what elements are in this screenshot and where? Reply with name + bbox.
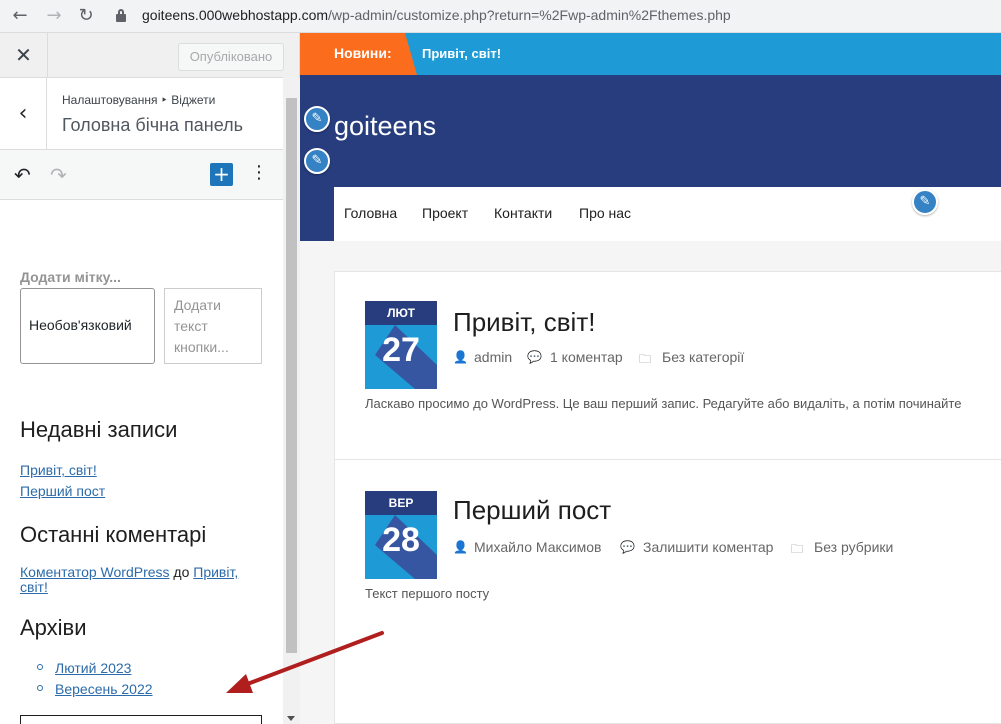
recent-comment: Коментатор WordPress до Привіт, світ! [20, 565, 260, 595]
redo-icon[interactable]: ↷ [50, 163, 67, 187]
post-day-box: 27 [365, 325, 437, 389]
undo-icon[interactable]: ↶ [14, 163, 31, 187]
close-icon[interactable]: ✕ [0, 33, 48, 78]
site-header: ✎ ✎ goiteens Головна Проект Контакти Про… [300, 75, 1001, 241]
back-chevron-icon[interactable]: ‹ [0, 78, 47, 150]
comments-icon: 💬 [620, 540, 635, 554]
archives-heading: Архіви [20, 615, 87, 640]
post-comments-link[interactable]: 1 коментар [550, 349, 623, 365]
post-title-link[interactable]: Перший пост [453, 495, 611, 526]
section-title: Головна бічна панель [62, 115, 244, 135]
post-category-link[interactable]: Без рубрики [814, 539, 893, 555]
add-label-field[interactable]: Додати мітку... [20, 269, 121, 285]
post-divider [335, 459, 1001, 460]
edit-pencil-icon[interactable]: ✎ [912, 189, 938, 215]
archive-link[interactable]: Вересень 2022 [55, 681, 153, 697]
news-label: Новини: [334, 45, 392, 61]
post-excerpt: Ласкаво просимо до WordPress. Це ваш пер… [365, 396, 962, 411]
scroll-down-icon[interactable] [287, 716, 295, 721]
list-bullet [37, 664, 43, 670]
post-day: 27 [382, 331, 420, 369]
user-icon: 👤 [453, 540, 468, 554]
post-day: 28 [382, 521, 420, 559]
post-category-link[interactable]: Без категорії [662, 349, 744, 365]
forward-arrow-icon[interactable]: → [42, 5, 66, 27]
add-block-icon[interactable]: + [210, 163, 233, 186]
menu-item-home[interactable]: Головна [344, 205, 397, 221]
menu-item-contacts[interactable]: Контакти [494, 205, 552, 221]
annotation-arrow [226, 631, 384, 693]
post-author-link[interactable]: admin [474, 349, 512, 365]
edit-pencil-icon[interactable]: ✎ [304, 148, 330, 174]
more-options-icon[interactable]: ⋮ [250, 162, 268, 183]
address-bar[interactable]: goiteens.000webhostapp.com/wp-admin/cust… [142, 7, 731, 23]
recent-posts-heading: Недавні записи [20, 417, 178, 442]
post-title-link[interactable]: Привіт, світ! [453, 307, 595, 338]
post-excerpt: Текст першого посту [365, 586, 490, 601]
site-preview: Новини: Привіт, світ! ✎ ✎ goiteens Голов… [300, 33, 1001, 724]
edit-pencil-icon[interactable]: ✎ [304, 106, 330, 132]
section-header: ‹ Налаштовування ‣ Віджети Головна бічна… [0, 78, 283, 150]
news-label-badge: Новини: [300, 33, 417, 75]
recent-post-link[interactable]: Перший пост [20, 483, 105, 499]
list-bullet [37, 685, 43, 691]
post-date-badge: ВЕР 28 [365, 491, 437, 579]
news-ticker: Новини: Привіт, світ! [300, 33, 1001, 75]
archive-link[interactable]: Лютий 2023 [55, 660, 131, 676]
post-date-badge: ЛЮТ 27 [365, 301, 437, 389]
customizer-panel: ✕ Опубліковано ‹ Налаштовування ‣ Віджет… [0, 33, 300, 724]
button-text-field[interactable]: Додати текст кнопки... [164, 288, 262, 364]
button-block[interactable]: Необов'язковий [20, 288, 155, 364]
add-block-button[interactable]: + [20, 715, 262, 724]
comments-icon: 💬 [527, 350, 542, 364]
recent-post-link[interactable]: Привіт, світ! [20, 462, 97, 478]
back-arrow-icon[interactable]: ← [8, 5, 32, 27]
recent-comments-heading: Останні коментарі [20, 522, 207, 547]
folder-icon: 🗀 [791, 542, 804, 556]
site-title[interactable]: goiteens [334, 111, 436, 142]
folder-icon: 🗀 [639, 352, 652, 366]
reload-icon[interactable]: ↻ [74, 5, 98, 27]
menu-item-about[interactable]: Про нас [579, 205, 631, 221]
url-domain: goiteens.000webhostapp.com [142, 7, 329, 23]
post-day-box: 28 [365, 515, 437, 579]
main-menu: Головна Проект Контакти Про нас [334, 187, 1001, 241]
comment-on-text: до [173, 564, 190, 580]
post-author-link[interactable]: Михайло Максимов [474, 539, 602, 555]
panel-header: ✕ Опубліковано [0, 33, 284, 78]
posts-list: ЛЮТ 27 Привіт, світ! 👤 admin 💬 1 комента… [334, 271, 1001, 724]
block-toolbar: ↶ ↷ + ⋮ [0, 150, 283, 200]
browser-toolbar: ← → ↻ goiteens.000webhostapp.com/wp-admi… [0, 0, 1001, 33]
url-path: /wp-admin/customize.php?return=%2Fwp-adm… [328, 7, 731, 23]
comment-author-link[interactable]: Коментатор WordPress [20, 564, 170, 580]
user-icon: 👤 [453, 350, 468, 364]
publish-button[interactable]: Опубліковано [178, 43, 284, 71]
lock-icon[interactable] [116, 9, 126, 22]
post-month: ЛЮТ [365, 301, 437, 325]
menu-item-project[interactable]: Проект [422, 205, 468, 221]
post-comments-link[interactable]: Залишити коментар [643, 539, 773, 555]
breadcrumb: Налаштовування ‣ Віджети [62, 93, 216, 107]
scrollbar-thumb[interactable] [286, 98, 297, 653]
panel-scrollbar[interactable] [283, 78, 300, 724]
post-month: ВЕР [365, 491, 437, 515]
news-headline-link[interactable]: Привіт, світ! [422, 46, 501, 61]
